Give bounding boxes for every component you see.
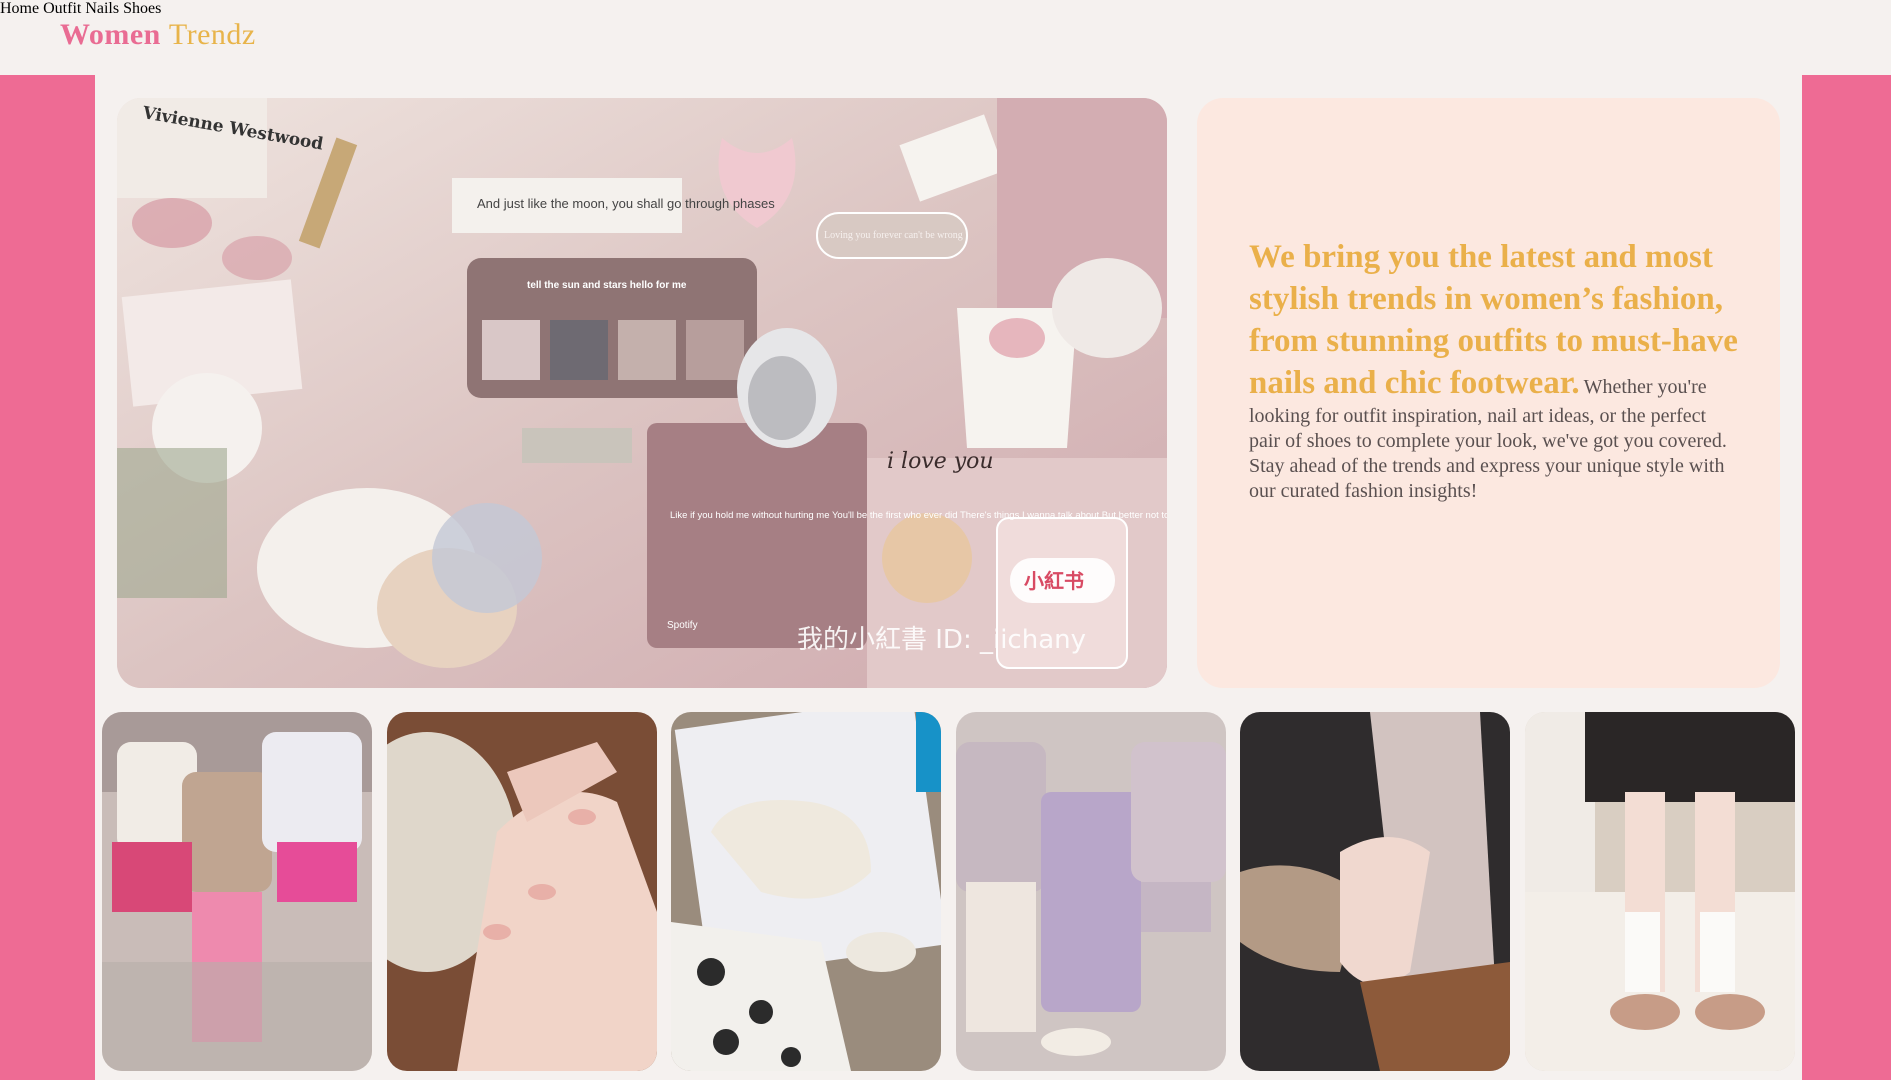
intro-text-block: We bring you the latest and most stylish… — [1249, 236, 1739, 504]
moon-sticker-text: And just like the moon, you shall go thr… — [477, 196, 775, 211]
shoes-photo-2 — [1525, 712, 1795, 1071]
lyrics-sticker-text: Like if you hold me without hurting me Y… — [670, 510, 1167, 521]
logo-word-women: Women — [60, 18, 161, 51]
intro-card: We bring you the latest and most stylish… — [1197, 98, 1780, 688]
right-pink-border — [1802, 75, 1891, 1080]
spotify-label: Spotify — [667, 620, 698, 631]
thumbnail-nails-2[interactable] — [1240, 712, 1510, 1071]
watermark-text: 我的小紅書 ID: _iichany — [797, 625, 1086, 655]
outfit-photo-2 — [956, 712, 1226, 1071]
nav-home-link[interactable]: Home — [0, 0, 39, 17]
xhs-logo-text: 小紅书 — [1024, 569, 1084, 593]
shoes-photo-1 — [671, 712, 941, 1071]
outfit-photo-1 — [102, 712, 372, 1071]
loving-sticker-text: Loving you forever can't be wrong — [824, 230, 963, 241]
site-logo[interactable]: Women Trendz — [60, 18, 256, 52]
site-header: Women Trendz Home Outfit Nails Shoes — [0, 0, 1891, 75]
nav-shoes-link[interactable]: Shoes — [123, 0, 161, 17]
nav-outfit-link[interactable]: Outfit — [43, 0, 81, 17]
thumbnail-shoes-1[interactable] — [671, 712, 941, 1071]
left-pink-border — [0, 75, 95, 1080]
music-sticker-text: tell the sun and stars hello for me — [527, 280, 687, 291]
thumbnail-nails-1[interactable] — [387, 712, 657, 1071]
thumbnail-outfit-1[interactable] — [102, 712, 372, 1071]
thumbnail-shoes-2[interactable] — [1525, 712, 1795, 1071]
hero-collage-image: Vivienne Westwood And just like the moon… — [117, 98, 1167, 688]
collage-svg: Vivienne Westwood And just like the moon… — [117, 98, 1167, 688]
thumbnail-outfit-2[interactable] — [956, 712, 1226, 1071]
nails-photo-1 — [387, 712, 657, 1071]
nails-photo-2 — [1240, 712, 1510, 1071]
nav-nails-link[interactable]: Nails — [85, 0, 119, 17]
logo-word-trendz: Trendz — [168, 18, 256, 51]
i-love-you-text: i love you — [887, 449, 994, 474]
